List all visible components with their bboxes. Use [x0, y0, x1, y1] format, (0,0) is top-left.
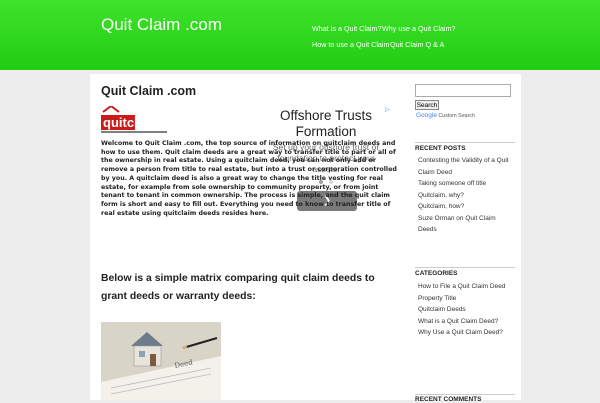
categories-title: CATEGORIES [415, 270, 458, 277]
list-item: Suze Orman on Quit Claim Deeds [418, 213, 510, 236]
intro-paragraph: Welcome to Quit Claim .com, the top sour… [101, 140, 397, 217]
recent-post-link[interactable]: Contesting the Validity of a Quit Claim … [418, 155, 510, 178]
list-item: Quitclaim, how? [418, 201, 510, 213]
list-item: How to File a Quit Claim Deed [418, 281, 510, 293]
search-input[interactable] [415, 84, 511, 97]
list-item: Contesting the Validity of a Quit Claim … [418, 155, 510, 178]
custom-search-text: Custom Search [438, 113, 475, 119]
deed-house-image: Deed [101, 322, 221, 400]
recent-post-link[interactable]: Suze Orman on Quit Claim Deeds [418, 213, 510, 236]
recent-posts-title: RECENT POSTS [415, 145, 466, 152]
recent-posts-list: Contesting the Validity of a Quit Claim … [418, 155, 510, 236]
categories-list: How to File a Quit Claim Deed Property T… [418, 281, 510, 339]
recent-post-link[interactable]: Quitclaim, how? [418, 201, 510, 213]
matrix-heading: Below is a simple matrix comparing quit … [101, 273, 375, 302]
page-title: Quit Claim .com [101, 84, 197, 98]
category-link[interactable]: Quitclaim Deeds [418, 304, 510, 316]
nav-item-how-to-use[interactable]: How to use a Quit Claim [312, 40, 390, 49]
widget-divider [415, 267, 515, 268]
nav-item-q-and-a[interactable]: Quit Claim Q & A [390, 40, 444, 49]
widget-divider [415, 142, 515, 143]
ad-title[interactable]: Offshore Trusts Formation [262, 108, 390, 140]
google-wordmark: Google [416, 112, 437, 119]
list-item: Quitclaim Deeds [418, 304, 510, 316]
category-link[interactable]: Property Title [418, 293, 510, 305]
widget-divider [415, 394, 515, 395]
category-link[interactable]: How to File a Quit Claim Deed [418, 281, 510, 293]
google-custom-search-label: Google Custom Search [416, 112, 475, 119]
nav-item-why-use[interactable]: Why use a Quit Claim? [382, 24, 456, 33]
list-item: Quitclaim, why? [418, 190, 510, 202]
logo-text: quitclaim [103, 115, 160, 130]
list-item: Why Use a Quit Claim Deed? [418, 327, 510, 339]
search-button[interactable]: Search [415, 100, 439, 110]
category-link[interactable]: Why Use a Quit Claim Deed? [418, 327, 510, 339]
site-title[interactable]: Quit Claim .com [101, 15, 222, 35]
site-header: Quit Claim .com What is a Quit Claim? Wh… [0, 0, 600, 70]
category-link[interactable]: What is a Quit Claim Deed? [418, 316, 510, 328]
list-item: Property Title [418, 293, 510, 305]
recent-post-link[interactable]: Quitclaim, why? [418, 190, 510, 202]
list-item: What is a Quit Claim Deed? [418, 316, 510, 328]
list-item: Taking someone off title [418, 178, 510, 190]
recent-post-link[interactable]: Taking someone off title [418, 178, 510, 190]
nav-item-what-is[interactable]: What is a Quit Claim? [312, 24, 382, 33]
quitclaim-logo: quitclaim [101, 104, 167, 134]
